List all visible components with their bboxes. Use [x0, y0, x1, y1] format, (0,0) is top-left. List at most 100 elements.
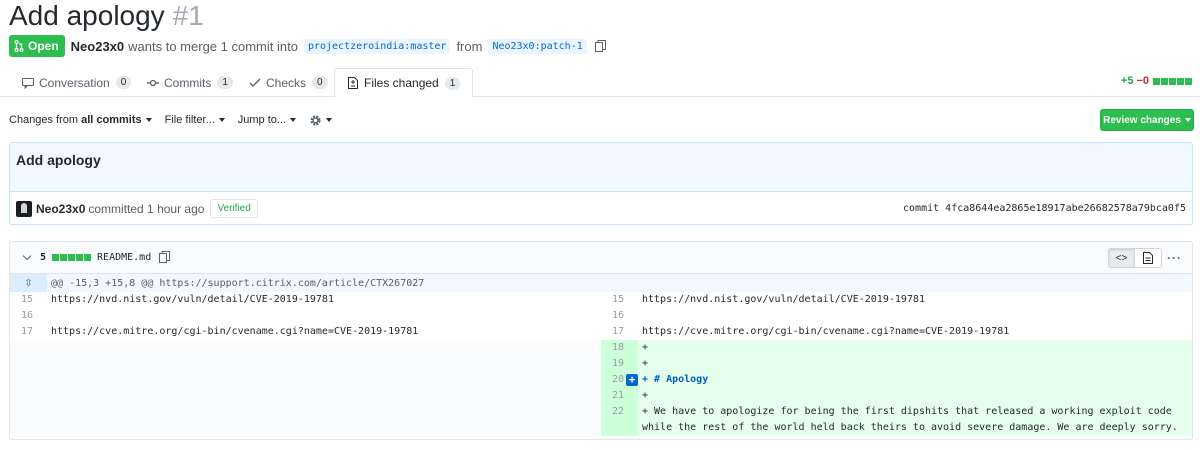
diff-line: 17 https://cve.mitre.org/cgi-bin/cvename…	[10, 324, 601, 340]
diffstat-block	[1169, 77, 1176, 85]
pr-author-link[interactable]: Neo23x0	[71, 39, 124, 54]
tab-label: Commits	[164, 75, 212, 90]
diffstat-block	[1161, 77, 1168, 85]
line-code: https://cve.mitre.org/cgi-bin/cvename.cg…	[642, 326, 1010, 337]
line-code: + We have to apologize for being the fir…	[638, 404, 1192, 436]
merge-text: wants to merge 1 commit into	[128, 38, 298, 54]
conversation-icon	[22, 77, 34, 89]
gear-icon	[310, 114, 321, 126]
diff-line: 16	[601, 308, 1192, 324]
hunk-text: @@ -15,3 +15,8 @@ https://support.citrix…	[51, 277, 425, 289]
line-code: https://cve.mitre.org/cgi-bin/cvename.cg…	[51, 326, 419, 337]
diff-left: 15 https://nvd.nist.gov/vuln/detail/CVE-…	[10, 292, 601, 436]
verified-badge[interactable]: Verified	[210, 199, 258, 218]
diffstat-block	[68, 254, 76, 261]
diffstat-block	[60, 254, 68, 261]
line-number[interactable]: 16	[10, 308, 47, 324]
rich-diff-icon[interactable]	[1135, 249, 1161, 267]
empty-diff-side	[10, 340, 601, 436]
line-number[interactable]: 17	[10, 324, 47, 340]
state-badge: Open	[9, 35, 65, 57]
commit-author-link[interactable]: Neo23x0	[36, 202, 85, 216]
line-number[interactable]: 18	[601, 340, 638, 356]
line-number[interactable]: 19	[601, 356, 638, 372]
diffstat-block	[1185, 77, 1192, 85]
code-view-icon[interactable]: <>	[1109, 249, 1135, 267]
commit-time: committed 1 hour ago	[88, 201, 205, 216]
line-number[interactable]: 22	[601, 404, 638, 436]
tab-conversation[interactable]: Conversation 0	[10, 68, 143, 97]
state-label: Open	[28, 39, 59, 53]
kebab-icon[interactable]: ···	[1167, 251, 1182, 265]
changes-prefix: Changes from	[9, 114, 79, 126]
diff-line: 16	[10, 308, 601, 324]
add-comment-icon[interactable]: +	[626, 374, 638, 386]
commit-message: Add apology	[10, 143, 1192, 192]
base-branch[interactable]: projectzeroindia:master	[303, 38, 451, 54]
diff-line-added: 20 + + # Apology	[601, 372, 1192, 388]
chevron-down-icon	[218, 118, 225, 122]
pr-title: Add apology	[9, 0, 165, 31]
line-number[interactable]: 21	[601, 388, 638, 404]
diff-line-added: 18 +	[601, 340, 1192, 356]
pr-meta: Open Neo23x0 wants to merge 1 commit int…	[9, 35, 606, 57]
diffstat-block	[84, 254, 92, 261]
tab-counter: 1	[444, 76, 461, 90]
line-code: https://nvd.nist.gov/vuln/detail/CVE-201…	[51, 294, 334, 305]
chevron-down-icon	[326, 118, 333, 122]
file-diff-icon	[348, 77, 358, 89]
tab-counter: 0	[312, 76, 328, 89]
expand-icon[interactable]: ⇳	[10, 274, 47, 292]
tab-checks[interactable]: Checks 0	[237, 68, 340, 97]
line-code: + # Apology	[638, 372, 1192, 388]
jump-to-label: Jump to...	[237, 114, 287, 126]
diffstat: +5 −0	[1121, 75, 1192, 87]
tab-counter: 1	[217, 76, 233, 89]
copy-icon[interactable]	[159, 251, 171, 264]
tab-commits[interactable]: Commits 1	[135, 68, 245, 97]
line-number[interactable]: 16	[601, 308, 638, 324]
diffstat-block	[1153, 77, 1160, 85]
diff-line: 15 https://nvd.nist.gov/vuln/detail/CVE-…	[10, 292, 601, 308]
commit-sha[interactable]: commit 4fca8644ea2865e18917abe26682578a7…	[903, 203, 1186, 214]
additions-count: +5	[1120, 75, 1134, 87]
file-header: 5 README.md <> ···	[10, 242, 1192, 274]
chevron-down-icon[interactable]	[22, 251, 32, 261]
checks-icon	[249, 78, 261, 87]
tab-label: Conversation	[39, 75, 110, 90]
head-branch[interactable]: Neo23x0:patch-1	[488, 38, 587, 54]
pr-title-row: Add apology #1	[9, 0, 204, 36]
file-filter-dropdown[interactable]: File filter...	[165, 114, 225, 126]
file-name-link[interactable]: README.md	[97, 252, 151, 263]
files-toolbar: Changes from all commits File filter... …	[9, 110, 345, 130]
line-number[interactable]: 15	[601, 292, 638, 308]
review-changes-label: Review changes	[1103, 114, 1181, 126]
file-diff: 5 README.md <> ··· ⇳ @@ -15,3 +15,8 @@ h…	[9, 241, 1193, 440]
commit-box: Add apology Neo23x0 committed 1 hour ago…	[9, 142, 1193, 225]
tab-label: Checks	[266, 75, 307, 90]
from-text: from	[456, 38, 483, 54]
pr-tabs: Conversation 0 Commits 1 Checks 0 Files …	[0, 68, 1200, 98]
line-number[interactable]: 15	[10, 292, 47, 308]
diffstat-block	[52, 254, 60, 261]
tab-files-changed[interactable]: Files changed 1	[334, 68, 474, 98]
diff-line: 17 https://cve.mitre.org/cgi-bin/cvename…	[601, 324, 1192, 340]
review-changes-button[interactable]: Review changes	[1100, 109, 1194, 131]
deletions-count: −0	[1136, 75, 1149, 87]
diffstat-block	[76, 254, 84, 261]
jump-to-dropdown[interactable]: Jump to...	[237, 114, 297, 126]
view-toggle: <>	[1108, 248, 1162, 268]
changes-value: all commits	[81, 114, 142, 126]
commits-icon	[147, 79, 159, 86]
line-number[interactable]: 17	[601, 324, 638, 340]
changes-from-dropdown[interactable]: Changes from all commits	[9, 114, 152, 126]
copy-icon[interactable]	[594, 39, 606, 53]
line-code: +	[638, 340, 1192, 356]
diffstat-block	[1177, 77, 1184, 85]
file-filter-label: File filter...	[164, 114, 215, 126]
line-code: +	[638, 388, 1192, 404]
settings-dropdown[interactable]	[309, 114, 333, 127]
avatar[interactable]	[16, 200, 32, 217]
pull-request-icon	[14, 40, 24, 52]
